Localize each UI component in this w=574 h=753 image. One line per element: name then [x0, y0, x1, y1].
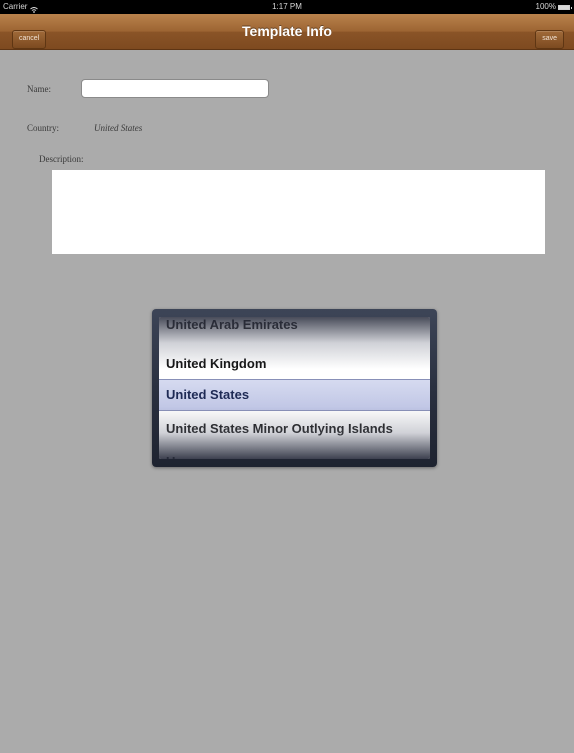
status-battery: 100%	[535, 0, 572, 14]
battery-percent: 100%	[535, 2, 556, 11]
navigation-bar: Template Info cancel save	[0, 14, 574, 50]
picker-option[interactable]: United States Minor Outlying Islands	[159, 413, 430, 445]
picker-option[interactable]: United Arab Emirates	[159, 317, 430, 341]
country-picker[interactable]: United Arab Emirates United Kingdom Unit…	[152, 309, 437, 467]
picker-option-selected[interactable]: United States	[159, 379, 430, 411]
name-input[interactable]	[81, 79, 269, 98]
name-label: Name:	[27, 84, 51, 94]
picker-wheel[interactable]: United Arab Emirates United Kingdom Unit…	[159, 317, 430, 459]
picker-option[interactable]: United Kingdom	[159, 348, 430, 380]
status-bar: Carrier 1:17 PM 100%	[0, 0, 574, 14]
description-label: Description:	[39, 154, 84, 164]
picker-option[interactable]: Uruguay	[159, 446, 430, 459]
save-button[interactable]: save	[535, 30, 564, 49]
country-label: Country:	[27, 123, 60, 133]
cancel-button[interactable]: cancel	[12, 30, 47, 49]
battery-icon	[558, 4, 572, 10]
country-value[interactable]: United States	[94, 123, 142, 133]
status-time: 1:17 PM	[272, 2, 302, 11]
description-textarea[interactable]	[52, 170, 545, 254]
page-title: Template Info	[242, 23, 332, 39]
